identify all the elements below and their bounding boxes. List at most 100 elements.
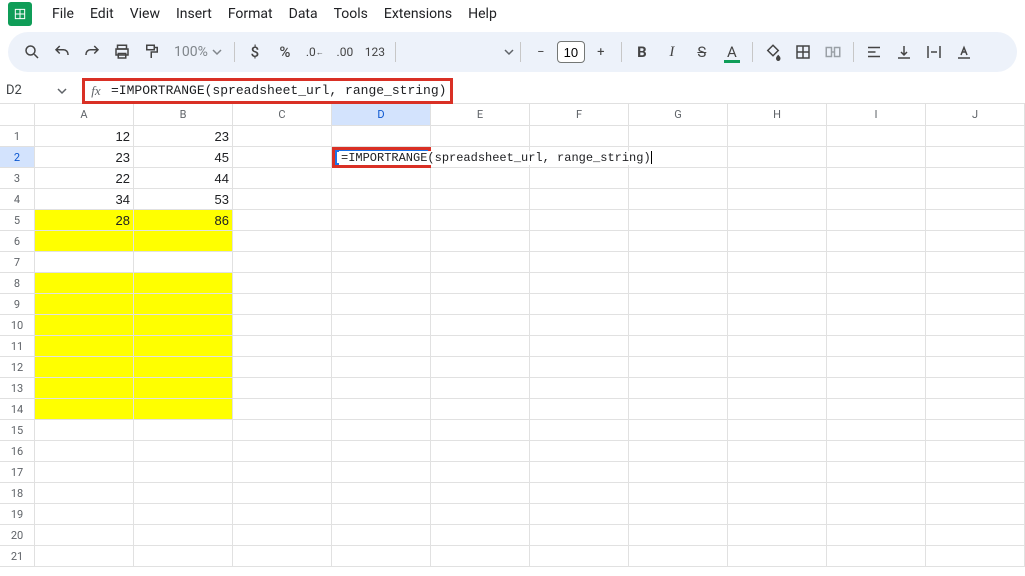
cell-J18[interactable] xyxy=(926,483,1025,504)
cell-H12[interactable] xyxy=(728,357,827,378)
cell-D18[interactable] xyxy=(332,483,431,504)
cell-J20[interactable] xyxy=(926,525,1025,546)
cell-I18[interactable] xyxy=(827,483,926,504)
cell-H20[interactable] xyxy=(728,525,827,546)
cell-A13[interactable] xyxy=(35,378,134,399)
cell-A19[interactable] xyxy=(35,504,134,525)
cell-C14[interactable] xyxy=(233,399,332,420)
cell-F20[interactable] xyxy=(530,525,629,546)
menu-file[interactable]: File xyxy=(44,2,82,26)
fill-color-icon[interactable] xyxy=(759,38,787,66)
cell-C18[interactable] xyxy=(233,483,332,504)
name-box[interactable]: D2 xyxy=(0,83,50,98)
cell-H17[interactable] xyxy=(728,462,827,483)
borders-icon[interactable] xyxy=(789,38,817,66)
cell-E14[interactable] xyxy=(431,399,530,420)
cell-J5[interactable] xyxy=(926,210,1025,231)
row-header-13[interactable]: 13 xyxy=(0,378,35,399)
cell-H6[interactable] xyxy=(728,231,827,252)
cell-C1[interactable] xyxy=(233,126,332,147)
cell-G9[interactable] xyxy=(629,294,728,315)
cell-E8[interactable] xyxy=(431,273,530,294)
cell-E16[interactable] xyxy=(431,441,530,462)
cell-A16[interactable] xyxy=(35,441,134,462)
col-header-A[interactable]: A xyxy=(35,104,134,126)
cell-F5[interactable] xyxy=(530,210,629,231)
print-icon[interactable] xyxy=(108,38,136,66)
cell-H5[interactable] xyxy=(728,210,827,231)
cell-G7[interactable] xyxy=(629,252,728,273)
cell-I12[interactable] xyxy=(827,357,926,378)
cell-A21[interactable] xyxy=(35,546,134,567)
col-header-C[interactable]: C xyxy=(233,104,332,126)
cell-G17[interactable] xyxy=(629,462,728,483)
row-header-6[interactable]: 6 xyxy=(0,231,35,252)
row-header-2[interactable]: 2 xyxy=(0,147,35,168)
cell-E19[interactable] xyxy=(431,504,530,525)
cell-F12[interactable] xyxy=(530,357,629,378)
cell-D21[interactable] xyxy=(332,546,431,567)
cell-I5[interactable] xyxy=(827,210,926,231)
cell-I6[interactable] xyxy=(827,231,926,252)
cell-I20[interactable] xyxy=(827,525,926,546)
cell-J1[interactable] xyxy=(926,126,1025,147)
increase-font-icon[interactable]: + xyxy=(587,38,615,66)
cell-B20[interactable] xyxy=(134,525,233,546)
cell-B19[interactable] xyxy=(134,504,233,525)
row-header-19[interactable]: 19 xyxy=(0,504,35,525)
cell-B11[interactable] xyxy=(134,336,233,357)
cell-J13[interactable] xyxy=(926,378,1025,399)
cell-H10[interactable] xyxy=(728,315,827,336)
cell-F15[interactable] xyxy=(530,420,629,441)
text-color-icon[interactable]: A xyxy=(718,38,746,66)
redo-icon[interactable] xyxy=(78,38,106,66)
cell-A4[interactable]: 34 xyxy=(35,189,134,210)
col-header-B[interactable]: B xyxy=(134,104,233,126)
currency-icon[interactable]: $ xyxy=(241,38,269,66)
cell-A9[interactable] xyxy=(35,294,134,315)
undo-icon[interactable] xyxy=(48,38,76,66)
cell-F1[interactable] xyxy=(530,126,629,147)
cell-J9[interactable] xyxy=(926,294,1025,315)
formula-input[interactable]: =IMPORTRANGE(spreadsheet_url, range_stri… xyxy=(107,83,450,98)
merge-cells-icon[interactable] xyxy=(819,38,847,66)
cell-I21[interactable] xyxy=(827,546,926,567)
italic-icon[interactable]: I xyxy=(658,38,686,66)
cell-B21[interactable] xyxy=(134,546,233,567)
cell-G21[interactable] xyxy=(629,546,728,567)
cell-D4[interactable] xyxy=(332,189,431,210)
bold-icon[interactable]: B xyxy=(628,38,656,66)
cell-B5[interactable]: 86 xyxy=(134,210,233,231)
spreadsheet-grid[interactable]: ABCDEFGHIJ 1122322345=IMPORTRANGE(spread… xyxy=(0,104,1025,567)
cell-H4[interactable] xyxy=(728,189,827,210)
row-header-9[interactable]: 9 xyxy=(0,294,35,315)
menu-edit[interactable]: Edit xyxy=(82,2,122,26)
cell-B10[interactable] xyxy=(134,315,233,336)
cell-C6[interactable] xyxy=(233,231,332,252)
row-header-15[interactable]: 15 xyxy=(0,420,35,441)
cell-E9[interactable] xyxy=(431,294,530,315)
cell-F14[interactable] xyxy=(530,399,629,420)
row-header-3[interactable]: 3 xyxy=(0,168,35,189)
cell-I19[interactable] xyxy=(827,504,926,525)
cell-H7[interactable] xyxy=(728,252,827,273)
cell-H14[interactable] xyxy=(728,399,827,420)
cell-D9[interactable] xyxy=(332,294,431,315)
cell-H8[interactable] xyxy=(728,273,827,294)
cell-C17[interactable] xyxy=(233,462,332,483)
cell-B17[interactable] xyxy=(134,462,233,483)
col-header-J[interactable]: J xyxy=(926,104,1025,126)
cell-C10[interactable] xyxy=(233,315,332,336)
cell-D8[interactable] xyxy=(332,273,431,294)
cell-D7[interactable] xyxy=(332,252,431,273)
cell-H3[interactable] xyxy=(728,168,827,189)
cell-H9[interactable] xyxy=(728,294,827,315)
cell-D20[interactable] xyxy=(332,525,431,546)
cell-G10[interactable] xyxy=(629,315,728,336)
horizontal-align-icon[interactable] xyxy=(860,38,888,66)
decrease-decimal-icon[interactable]: .0← xyxy=(301,38,329,66)
decrease-font-icon[interactable]: − xyxy=(527,38,555,66)
cell-G3[interactable] xyxy=(629,168,728,189)
cell-F19[interactable] xyxy=(530,504,629,525)
cell-A15[interactable] xyxy=(35,420,134,441)
